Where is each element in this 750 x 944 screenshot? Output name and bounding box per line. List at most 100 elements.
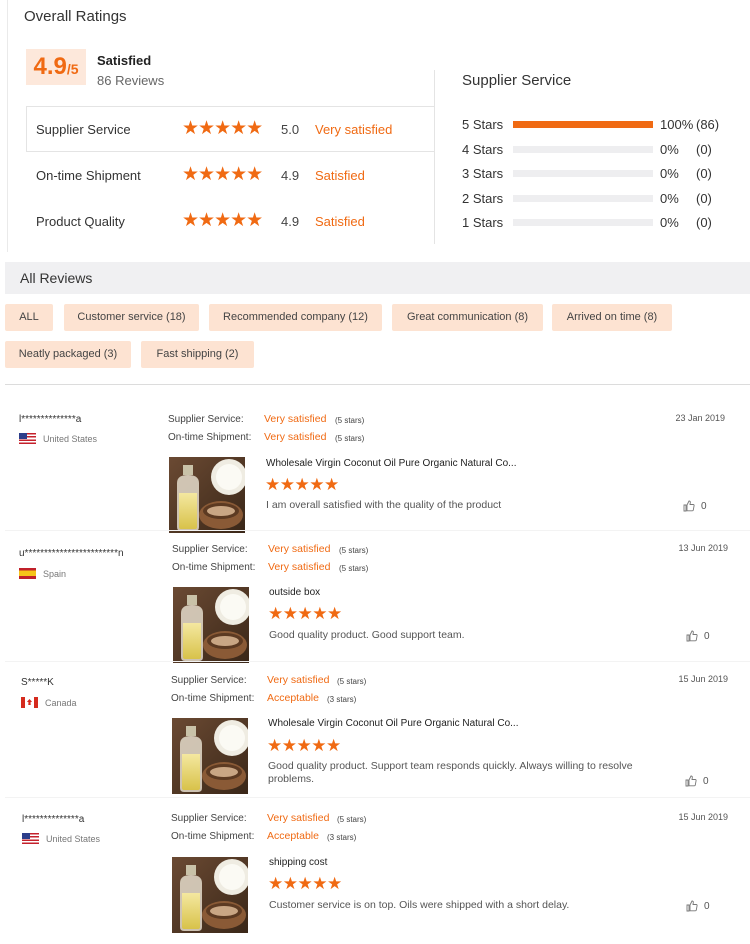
shipment-stars: (5 stars) xyxy=(339,564,369,573)
shipment-stars: (3 stars) xyxy=(327,833,357,842)
all-reviews-title: All Reviews xyxy=(20,270,93,286)
star-distribution-row[interactable]: 5 Stars 100% (86) xyxy=(462,115,742,133)
thumbs-up-icon xyxy=(686,900,698,912)
star-row-label: 1 Stars xyxy=(462,214,504,230)
star-row-count: (0) xyxy=(696,165,712,181)
review-divider xyxy=(5,530,750,531)
product-thumbnail[interactable] xyxy=(172,718,248,794)
reviewer-name: u************************n xyxy=(19,548,124,559)
supplier-service-stars: (5 stars) xyxy=(337,815,367,824)
reviewer-name: l**************a xyxy=(22,814,85,825)
like-count: 0 xyxy=(704,900,710,912)
supplier-service-label: Supplier Service: xyxy=(171,675,247,686)
reviewer-country: United States xyxy=(22,833,100,844)
thumbs-up-icon xyxy=(686,630,698,642)
review-comment: Good quality product. Support team respo… xyxy=(268,760,633,785)
star-row-percent: 0% xyxy=(660,165,679,181)
star-row-bar xyxy=(513,169,653,177)
tag-fast-shipping[interactable]: Fast shipping (2) xyxy=(141,341,254,368)
country-name: United States xyxy=(46,833,101,844)
tag-neatly-packaged[interactable]: Neatly packaged (3) xyxy=(5,341,131,368)
country-name: Canada xyxy=(45,697,77,708)
review-stars: ★★★★★ xyxy=(265,475,339,494)
shipment-stars: (5 stars) xyxy=(335,434,365,443)
category-name: On-time Shipment xyxy=(36,167,141,183)
spain-flag-icon xyxy=(19,568,36,579)
star-row-percent: 0% xyxy=(660,190,679,206)
thumbs-up-icon xyxy=(685,775,697,787)
star-row-label: 3 Stars xyxy=(462,165,504,181)
category-stars: ★★★★★ xyxy=(182,118,263,139)
star-distribution-row[interactable]: 4 Stars 0% (0) xyxy=(462,140,742,158)
star-row-bar xyxy=(513,218,653,226)
star-row-count: (0) xyxy=(696,214,712,230)
category-name: Product Quality xyxy=(36,213,125,229)
tag-arrived-on-time[interactable]: Arrived on time (8) xyxy=(552,304,672,331)
us-flag-icon xyxy=(19,433,36,444)
product-title-link[interactable]: Wholesale Virgin Coconut Oil Pure Organi… xyxy=(266,458,636,469)
overall-score-badge: 4.9/5 xyxy=(26,49,86,85)
supplier-service-label: Supplier Service: xyxy=(168,414,244,425)
like-button[interactable]: 0 xyxy=(686,630,710,642)
product-thumbnail[interactable] xyxy=(169,457,245,533)
product-thumbnail[interactable] xyxy=(172,857,248,933)
category-desc: Satisfied xyxy=(315,167,365,183)
product-title-link[interactable]: shipping cost xyxy=(269,857,639,868)
shipment-value: Acceptable xyxy=(267,830,319,842)
tag-all[interactable]: ALL xyxy=(5,304,53,331)
review-date: 15 Jun 2019 xyxy=(678,812,728,822)
product-thumbnail[interactable] xyxy=(173,587,249,663)
star-distribution-row[interactable]: 1 Stars 0% (0) xyxy=(462,213,742,231)
like-count: 0 xyxy=(703,775,709,787)
star-row-percent: 0% xyxy=(660,214,679,230)
star-distribution-row[interactable]: 2 Stars 0% (0) xyxy=(462,189,742,207)
supplier-service-label: Supplier Service: xyxy=(171,813,247,824)
supplier-service-value: Very satisfied xyxy=(264,413,327,425)
reviewer-name: l**************a xyxy=(19,414,82,425)
review-comment: Customer service is on top. Oils were sh… xyxy=(269,899,570,911)
overall-score-denominator: /5 xyxy=(66,61,79,77)
star-row-label: 5 Stars xyxy=(462,116,504,132)
category-score: 4.9 xyxy=(281,167,300,183)
tag-customer-service[interactable]: Customer service (18) xyxy=(64,304,199,331)
review-item: l**************a xyxy=(19,414,81,425)
review-stars: ★★★★★ xyxy=(267,736,341,755)
category-row-on-time-shipment: On-time Shipment ★★★★★ 4.9 Satisfied xyxy=(36,165,426,185)
country-name: United States xyxy=(43,433,98,444)
like-button[interactable]: 0 xyxy=(683,500,707,512)
star-distribution-row[interactable]: 3 Stars 0% (0) xyxy=(462,164,742,182)
category-score: 4.9 xyxy=(281,213,300,229)
supplier-service-value: Very satisfied xyxy=(267,812,330,824)
category-name: Supplier Service xyxy=(36,121,131,137)
overall-score: 4.9 xyxy=(33,53,67,80)
supplier-service-title: Supplier Service xyxy=(462,72,572,89)
product-title-link[interactable]: Wholesale Virgin Coconut Oil Pure Organi… xyxy=(268,718,638,729)
us-flag-icon xyxy=(22,833,39,844)
product-title-link[interactable]: outside box xyxy=(269,587,639,598)
reviewer-country: Spain xyxy=(19,568,66,579)
shipment-label: On-time Shipment: xyxy=(171,693,255,704)
star-row-bar-fill xyxy=(513,120,653,128)
category-stars: ★★★★★ xyxy=(182,164,263,185)
shipment-value: Acceptable xyxy=(267,692,319,704)
supplier-service-stars: (5 stars) xyxy=(337,677,367,686)
shipment-label: On-time Shipment: xyxy=(172,562,256,573)
tag-great-communication[interactable]: Great communication (8) xyxy=(392,304,543,331)
like-button[interactable]: 0 xyxy=(686,900,710,912)
review-divider xyxy=(5,661,750,662)
tag-recommended-company[interactable]: Recommended company (12) xyxy=(209,304,382,331)
review-stars: ★★★★★ xyxy=(268,874,342,893)
ratings-vertical-divider xyxy=(434,70,435,244)
shipment-value: Very satisfied xyxy=(264,431,327,443)
category-stars: ★★★★★ xyxy=(182,210,263,231)
review-stars: ★★★★★ xyxy=(268,604,342,623)
shipment-value: Very satisfied xyxy=(268,561,331,573)
star-row-bar xyxy=(513,145,653,153)
reviews-separator xyxy=(5,384,750,385)
review-comment: Good quality product. Good support team. xyxy=(269,629,465,641)
star-row-bar xyxy=(513,120,653,128)
star-row-count: (0) xyxy=(696,190,712,206)
category-desc: Satisfied xyxy=(315,213,365,229)
canada-flag-icon xyxy=(21,697,38,708)
like-button[interactable]: 0 xyxy=(685,775,709,787)
